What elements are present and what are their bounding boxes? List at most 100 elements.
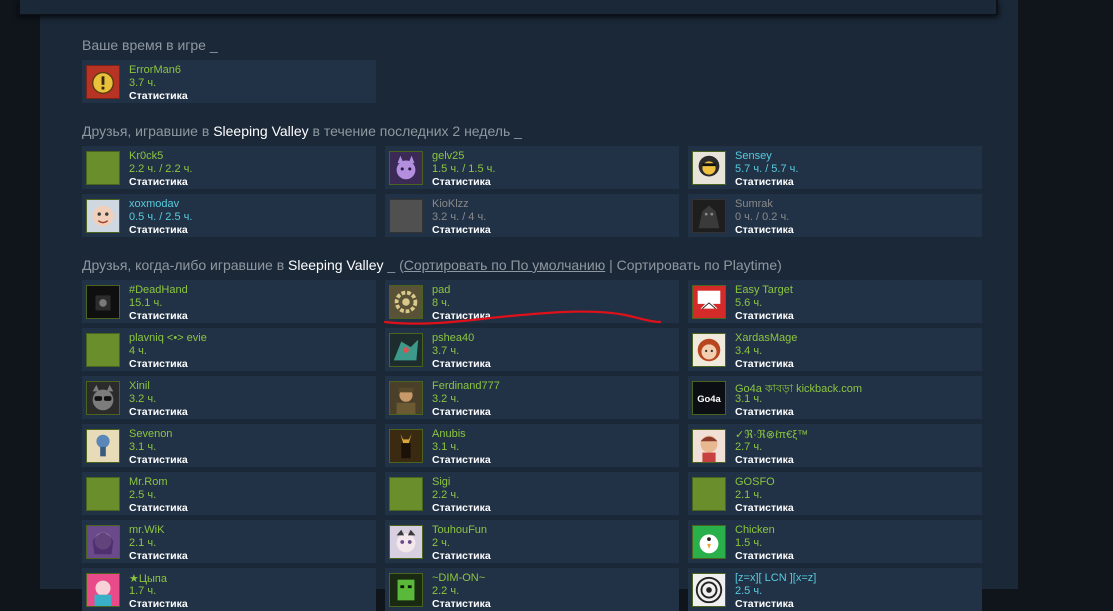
stats-link[interactable]: Статистика xyxy=(129,550,188,562)
stats-link[interactable]: Статистика xyxy=(129,502,188,514)
friend-name[interactable]: pshea40 xyxy=(432,332,474,344)
friend-hours: 5.7 ч. / 5.7 ч. xyxy=(735,163,799,175)
friend-card: ~DIM-ON~ 2.2 ч. Статистика xyxy=(385,568,679,611)
friend-name[interactable]: xoxmodav xyxy=(129,198,179,210)
stats-link[interactable]: Статистика xyxy=(432,502,491,514)
stats-link[interactable]: Статистика xyxy=(432,176,491,188)
stats-link[interactable]: Статистика xyxy=(129,224,188,236)
friend-name[interactable]: ~DIM-ON~ xyxy=(432,572,485,584)
go4a-logo-avatar[interactable]: Go4a xyxy=(692,381,726,415)
stats-link[interactable]: Статистика xyxy=(735,598,794,610)
red-comic-avatar[interactable] xyxy=(692,285,726,319)
stats-link[interactable]: Статистика xyxy=(129,358,188,370)
sort-separator: | xyxy=(605,257,617,273)
stats-link[interactable]: Статистика xyxy=(735,310,794,322)
default-avatar[interactable] xyxy=(389,477,423,511)
friend-name[interactable]: mr.WiK xyxy=(129,524,164,536)
my-name[interactable]: ErrorMan6 xyxy=(129,64,181,76)
spiral-avatar[interactable] xyxy=(692,573,726,607)
stats-link[interactable]: Статистика xyxy=(735,502,794,514)
stats-link[interactable]: Статистика xyxy=(129,454,188,466)
friend-name[interactable]: KioKlzz xyxy=(432,198,469,210)
stats-link[interactable]: Статистика xyxy=(735,358,794,370)
sort-default-link[interactable]: Сортировать по По умолчанию xyxy=(404,257,605,273)
friend-name[interactable]: Sensey xyxy=(735,150,772,162)
default-avatar[interactable] xyxy=(86,151,120,185)
friend-name[interactable]: plavniq <•> evie xyxy=(129,332,207,344)
redhead-avatar[interactable] xyxy=(692,333,726,367)
friend-hours: 15.1 ч. xyxy=(129,297,163,309)
stats-link[interactable]: Статистика xyxy=(432,598,491,610)
friend-name[interactable]: XardasMage xyxy=(735,332,797,344)
stats-link[interactable]: Статистика xyxy=(735,454,794,466)
stats-link[interactable]: Статистика xyxy=(735,406,794,418)
stats-link[interactable]: Статистика xyxy=(735,224,794,236)
stats-link[interactable]: Статистика xyxy=(129,598,188,610)
stats-link[interactable]: Статистика xyxy=(432,310,491,322)
friend-name[interactable]: Anubis xyxy=(432,428,466,440)
stats-link[interactable]: Статистика xyxy=(432,454,491,466)
default-avatar[interactable] xyxy=(692,477,726,511)
friend-name[interactable]: GOSFO xyxy=(735,476,775,488)
purple-anime-avatar[interactable] xyxy=(86,525,120,559)
friend-card: ★Цыпа 1.7 ч. Статистика xyxy=(82,568,376,611)
sort-playtime-link[interactable]: Сортировать по Playtime xyxy=(617,257,777,273)
lion-avatar[interactable] xyxy=(692,151,726,185)
touhou-avatar[interactable] xyxy=(389,525,423,559)
anubis-avatar[interactable] xyxy=(389,429,423,463)
gear-avatar[interactable] xyxy=(389,285,423,319)
ever-title-end: ) xyxy=(777,257,782,273)
my-stats-link[interactable]: Статистика xyxy=(129,90,188,102)
friend-card: pad 8 ч. Статистика xyxy=(385,280,679,323)
friend-name[interactable]: #DeadHand xyxy=(129,284,188,296)
friend-hours: 3.2 ч. xyxy=(432,393,460,405)
friend-name[interactable]: ★Цыпа xyxy=(129,572,167,585)
friend-hours: 2.5 ч. xyxy=(735,585,763,597)
robot-avatar[interactable] xyxy=(389,333,423,367)
cartoon-avatar[interactable] xyxy=(86,429,120,463)
baby-avatar[interactable] xyxy=(86,199,120,233)
friend-name[interactable]: Sevenon xyxy=(129,428,172,440)
anime-avatar[interactable] xyxy=(692,429,726,463)
friend-hours: 2.5 ч. xyxy=(129,489,157,501)
stats-link[interactable]: Статистика xyxy=(432,550,491,562)
friend-name[interactable]: Xinil xyxy=(129,380,150,392)
friend-name[interactable]: Chicken xyxy=(735,524,775,536)
friend-name[interactable]: Mr.Rom xyxy=(129,476,168,488)
stats-link[interactable]: Статистика xyxy=(129,310,188,322)
default-avatar[interactable] xyxy=(86,477,120,511)
grey-avatar[interactable] xyxy=(389,199,423,233)
friend-card: xoxmodav 0.5 ч. / 2.5 ч. Статистика xyxy=(82,194,376,237)
friend-hours: 2.1 ч. xyxy=(735,489,763,501)
stats-link[interactable]: Статистика xyxy=(432,224,491,236)
friend-name[interactable]: TouhouFun xyxy=(432,524,487,536)
stats-link[interactable]: Статистика xyxy=(735,550,794,562)
friend-hours: 5.6 ч. xyxy=(735,297,763,309)
pink-avatar[interactable] xyxy=(86,573,120,607)
dark-creature-avatar[interactable] xyxy=(692,199,726,233)
friend-name[interactable]: Kr0ck5 xyxy=(129,150,163,162)
purple-cat-avatar[interactable] xyxy=(389,151,423,185)
friend-name[interactable]: Easy Target xyxy=(735,284,793,296)
default-avatar[interactable] xyxy=(86,333,120,367)
stats-link[interactable]: Статистика xyxy=(432,358,491,370)
stats-link[interactable]: Статистика xyxy=(129,406,188,418)
stats-link[interactable]: Статистика xyxy=(432,406,491,418)
friend-name[interactable]: [z=x][ LCN ][x=z] xyxy=(735,572,816,584)
friend-name[interactable]: Ferdinand777 xyxy=(432,380,500,392)
green-face-avatar[interactable] xyxy=(389,573,423,607)
friend-hours: 3.1 ч. xyxy=(735,393,763,405)
soldier-avatar[interactable] xyxy=(389,381,423,415)
friend-name[interactable]: Sumrak xyxy=(735,198,773,210)
friend-name[interactable]: ✓ℜ·ℜ⊗ℓπ€ξ™ xyxy=(735,428,808,441)
stats-link[interactable]: Статистика xyxy=(735,176,794,188)
error-avatar[interactable] xyxy=(86,65,120,99)
chicken-avatar[interactable] xyxy=(692,525,726,559)
friend-name[interactable]: gelv25 xyxy=(432,150,464,162)
stats-link[interactable]: Статистика xyxy=(129,176,188,188)
friend-name[interactable]: pad xyxy=(432,284,450,296)
dark-hand-avatar[interactable] xyxy=(86,285,120,319)
friend-name[interactable]: Sigi xyxy=(432,476,450,488)
friend-hours: 3.1 ч. xyxy=(432,441,460,453)
cat-sunglasses-avatar[interactable] xyxy=(86,381,120,415)
